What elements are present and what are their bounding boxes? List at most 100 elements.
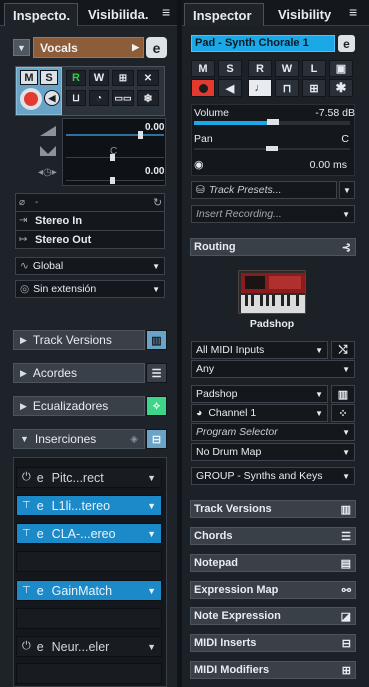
tab-inspector[interactable]: Inspector: [184, 3, 264, 26]
monitor-button[interactable]: ◀: [218, 79, 242, 97]
global-select[interactable]: ∿ Global ▼: [15, 257, 165, 275]
editor-button[interactable]: ▣: [329, 60, 353, 77]
insert-slot-1[interactable]: ⏻ e Pitc...rect ▼: [16, 467, 162, 488]
solo-button[interactable]: S: [40, 70, 58, 85]
power-icon[interactable]: ⏻: [22, 640, 31, 653]
channel-settings-button[interactable]: ⊞: [302, 79, 326, 97]
read-button[interactable]: R: [248, 60, 272, 77]
section-note-expression[interactable]: Note Expression ◪: [190, 607, 356, 625]
mute-button[interactable]: M: [20, 70, 38, 85]
inserts-bypass-icon[interactable]: ⊟: [146, 429, 167, 449]
chevron-down-icon[interactable]: ▼: [147, 642, 156, 652]
insert-recording-field[interactable]: Insert Recording... ▼: [191, 205, 355, 223]
freeze-button[interactable]: ✱: [329, 79, 353, 97]
power-icon[interactable]: ⏻: [22, 471, 31, 484]
lock-button[interactable]: ⊓: [275, 79, 299, 97]
solo-button[interactable]: S: [218, 60, 242, 77]
chevron-down-icon[interactable]: ▼: [147, 501, 156, 511]
channel-any-select[interactable]: Any ▼: [191, 360, 355, 378]
tab-visibility[interactable]: Visibilida.: [80, 3, 152, 26]
section-routing[interactable]: Routing ⊰: [190, 238, 356, 256]
eq-bypass-icon[interactable]: ⟡: [146, 396, 167, 416]
midi-inserts-icon[interactable]: ⊟: [342, 637, 351, 650]
insert-slot-4[interactable]: [16, 551, 162, 572]
chevron-down-icon[interactable]: ▼: [147, 473, 156, 483]
arrow-right-icon[interactable]: ▶: [132, 42, 139, 53]
write-button[interactable]: W: [275, 60, 299, 77]
edit-instrument-button[interactable]: e: [146, 37, 167, 58]
insert-slot-3[interactable]: ⊤ e CLA-...ereo ▼: [16, 523, 162, 544]
pan-handle[interactable]: [266, 146, 278, 151]
section-midi-modifiers[interactable]: MIDI Modifiers ⊞: [190, 661, 356, 679]
lanes-button[interactable]: ▭▭: [112, 90, 134, 106]
section-chords[interactable]: Chords ☰: [190, 527, 356, 545]
insert-slot-7[interactable]: ⏻ e Neur...eler ▼: [16, 636, 162, 657]
record-button[interactable]: [191, 79, 215, 97]
insert-slot-5[interactable]: ⊤ e GainMatch ▼: [16, 580, 162, 601]
section-track-versions[interactable]: Track Versions ▥: [190, 500, 356, 518]
track-name-field[interactable]: Pad - Synth Chorale 1: [191, 35, 335, 52]
instrument-image[interactable]: [238, 270, 306, 314]
menu-icon[interactable]: ≡: [162, 4, 170, 20]
keyboard-button[interactable]: ▥: [331, 385, 355, 403]
expression-map-icon[interactable]: ⚯: [342, 584, 351, 597]
insert-slot-2[interactable]: ⊤ e L1li...tereo ▼: [16, 495, 162, 516]
edit-icon[interactable]: e: [37, 527, 44, 541]
channel-color-button[interactable]: ⁘: [331, 404, 355, 422]
section-expression-map[interactable]: Expression Map ⚯: [190, 581, 356, 599]
drum-map-select[interactable]: No Drum Map ▼: [191, 443, 355, 461]
bypass-icon[interactable]: ⊤: [22, 528, 31, 539]
monitor-button[interactable]: ◀: [44, 90, 60, 106]
routing-icon[interactable]: ⊰: [342, 241, 351, 254]
delay-handle[interactable]: [110, 177, 115, 184]
collapse-icon[interactable]: ▼: [13, 39, 30, 56]
output-select[interactable]: Padshop ▼: [191, 385, 328, 403]
section-midi-inserts[interactable]: MIDI Inserts ⊟: [190, 634, 356, 652]
input-routing[interactable]: Stereo In: [35, 215, 82, 227]
timebase-button[interactable]: ♩: [248, 79, 272, 97]
insert-slot-8[interactable]: [16, 663, 162, 684]
freeze-button[interactable]: ❄: [137, 90, 159, 106]
read-button[interactable]: R: [66, 70, 86, 86]
section-acordes[interactable]: ▶ Acordes: [13, 363, 145, 383]
preset-icon[interactable]: ◈: [130, 434, 138, 445]
bypass-icon[interactable]: ⊤: [22, 500, 31, 511]
channel-select[interactable]: ◕ Channel 1 ▼: [191, 404, 328, 422]
notepad-icon[interactable]: ▤: [341, 557, 351, 570]
write-button[interactable]: W: [89, 70, 109, 86]
timebase-button[interactable]: ◔: [89, 90, 109, 106]
chevron-down-icon[interactable]: ▼: [147, 529, 156, 539]
channel-settings-button[interactable]: ✕: [137, 70, 159, 86]
output-routing[interactable]: Stereo Out: [35, 234, 91, 246]
group-select[interactable]: GROUP - Synths and Keys ▼: [191, 467, 355, 485]
edit-instrument-button[interactable]: e: [338, 35, 355, 52]
midi-input-select[interactable]: All MIDI Inputs ▼: [191, 341, 328, 359]
section-track-versions[interactable]: ▶ Track Versions: [13, 330, 145, 350]
section-notepad[interactable]: Notepad ▤: [190, 554, 356, 572]
menu-icon[interactable]: ≡: [349, 4, 357, 20]
presets-dropdown[interactable]: ▼: [339, 181, 355, 199]
editor-button[interactable]: ⊞: [112, 70, 134, 86]
note-expression-icon[interactable]: ◪: [341, 610, 351, 623]
volume-handle[interactable]: [138, 131, 143, 139]
track-presets-field[interactable]: ⛁ Track Presets...: [191, 181, 337, 199]
chevron-down-icon[interactable]: ▼: [147, 586, 156, 596]
edit-icon[interactable]: e: [37, 499, 44, 513]
bypass-icon[interactable]: ⊤: [22, 585, 31, 596]
mute-button[interactable]: M: [191, 60, 215, 77]
section-inserciones[interactable]: ▼ Inserciones ◈: [13, 429, 145, 449]
track-versions-icon[interactable]: ▥: [341, 503, 351, 516]
lanes-button[interactable]: L: [302, 60, 326, 77]
program-selector[interactable]: Program Selector ▼: [191, 423, 355, 441]
tab-inspector[interactable]: Inspecto.: [4, 3, 78, 26]
track-name-field[interactable]: Vocals ▶: [33, 37, 144, 58]
refresh-icon[interactable]: ↻: [153, 196, 162, 209]
section-ecualizadores[interactable]: ▶ Ecualizadores: [13, 396, 145, 416]
volume-handle[interactable]: [267, 119, 279, 125]
chords-icon[interactable]: ☰: [146, 363, 167, 383]
record-button[interactable]: [20, 88, 42, 110]
chords-icon[interactable]: ☰: [341, 530, 351, 543]
edit-icon[interactable]: e: [37, 640, 44, 654]
edit-icon[interactable]: e: [37, 471, 44, 485]
pan-handle[interactable]: [110, 154, 115, 161]
